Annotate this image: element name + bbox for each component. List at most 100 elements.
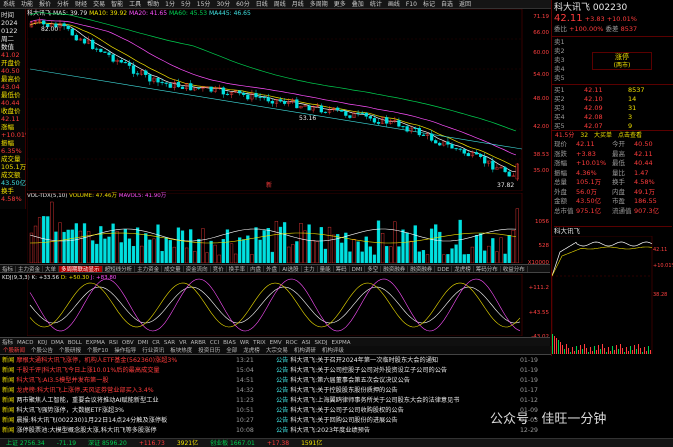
indicator-button[interactable]: ASI: [300, 339, 313, 346]
indicator-tab[interactable]: 龙虎榜: [452, 266, 474, 272]
menu-item[interactable]: 统计: [367, 0, 385, 8]
indicator-button[interactable]: ROC: [284, 339, 300, 346]
indicator-button[interactable]: CR: [150, 339, 162, 346]
news-title[interactable]: 龙虎榜:科大讯飞上涨停,天风证券营业部买入3.4%: [16, 387, 153, 394]
menu-item[interactable]: 叠加: [349, 0, 367, 8]
notice-title[interactable]: 科大讯飞:第六届董事会第五次会议决议公告: [290, 377, 410, 384]
notice-row[interactable]: 公告 科大讯飞:关于公司子公司收购股权的公告: [276, 406, 514, 416]
menu-item[interactable]: 60分: [233, 0, 253, 8]
news-tab[interactable]: 全部: [223, 347, 240, 354]
indicator-button[interactable]: KDJ: [36, 339, 49, 346]
menu-item[interactable]: F10: [403, 0, 420, 8]
indicator-tabs[interactable]: 指标 主力资金 大单 多周期联动显示 超短线分析 主力资金 成交量 资金流向 竞价 换手率 内盘 外盘…: [0, 264, 550, 273]
indicator-button[interactable]: BIAS: [221, 339, 238, 346]
indicator-button[interactable]: MACD: [15, 339, 36, 346]
news-tab[interactable]: 机构评级: [319, 347, 347, 354]
indicator-tab[interactable]: 多周期联动显示: [59, 266, 103, 272]
indicator-button[interactable]: OBV: [120, 339, 136, 346]
indicator-tab[interactable]: 主力: [302, 266, 318, 272]
notice-title[interactable]: 科大讯飞:2023年度业绩预告: [290, 427, 370, 434]
indicator-button[interactable]: WR: [238, 339, 251, 346]
menu-item[interactable]: 30分: [213, 0, 233, 8]
indicator-tab[interactable]: 多空: [365, 266, 382, 272]
news-tab[interactable]: 操作指导: [111, 347, 139, 354]
news-tab[interactable]: 大宗交易: [263, 347, 291, 354]
menu-item[interactable]: 画线: [385, 0, 403, 8]
news-row[interactable]: 新闻 涨停股票池:大模型概念股大涨,科大讯飞等多股涨停: [2, 426, 234, 436]
news-tab[interactable]: 个股F10: [84, 347, 111, 354]
indicator-tab[interactable]: 主力资金: [135, 266, 163, 272]
kdj-chart[interactable]: [27, 274, 550, 336]
notice-row[interactable]: 公告 科大讯飞:关于控股股东股份质押的公告: [276, 386, 514, 396]
indicator-button[interactable]: 指标: [0, 339, 15, 346]
menu-item[interactable]: 功能: [18, 0, 36, 8]
indicator-tab[interactable]: 超短线分析: [103, 266, 136, 272]
notice-row[interactable]: 公告 科大讯飞:关于回购公司股份的进展公告: [276, 416, 514, 426]
menu-item[interactable]: 智能: [108, 0, 126, 8]
notice-title[interactable]: 科大讯飞:关于公司子公司收购股权的公告: [290, 407, 403, 414]
indicator-bar[interactable]: 指标 MACD KDJ DMA BOLL EXPMA RSI OBV DMI CR SAR VR ARB…: [0, 337, 550, 346]
news-tab[interactable]: 个股新闻: [0, 347, 28, 354]
notice-row[interactable]: 公告 科大讯飞:上海翼鸥律师事务所关于公司股东大会的法律意见书: [276, 396, 514, 406]
menu-item[interactable]: 周线: [271, 0, 289, 8]
indicator-button[interactable]: VR: [177, 339, 189, 346]
indicator-tab[interactable]: 量能: [318, 266, 334, 272]
indicator-tab[interactable]: 竞价: [211, 266, 227, 272]
news-row[interactable]: 新闻 科大讯飞:AI3.5模型并发布第一股: [2, 376, 234, 386]
news-title[interactable]: 两市聚焦人工智能，重要会议将推动AI赋能新型工业: [16, 397, 158, 404]
news-title[interactable]: 科大讯飞强势涨停，大数据ETF涨超3%: [16, 407, 124, 414]
news-row[interactable]: 新闻 千股千评|科大讯飞今日上涨10.01%后的最高成交量: [2, 366, 234, 376]
news-row[interactable]: 新闻 两市聚焦人工智能，重要会议将推动AI赋能新型工业: [2, 396, 234, 406]
news-title[interactable]: 科大讯飞:AI3.5模型并发布第一股: [16, 377, 108, 384]
indicator-button[interactable]: TRIX: [251, 339, 268, 346]
news-tab[interactable]: 个股公告: [28, 347, 56, 354]
news-title[interactable]: 摩根大通科大讯飞涨停，机构人ETF基金(562360)涨超3%: [16, 357, 177, 364]
news-title[interactable]: 涨停股票池:大模型概念股大涨,科大讯飞等多股涨停: [16, 427, 156, 434]
indicator-button[interactable]: BOLL: [66, 339, 84, 346]
menu-item[interactable]: 返回: [456, 0, 474, 8]
notice-row[interactable]: 公告 科大讯飞:2023年度业绩预告: [276, 426, 514, 436]
indicator-button[interactable]: EXPMA: [330, 339, 353, 346]
indicator-tab[interactable]: 筹码: [334, 266, 350, 272]
notice-title[interactable]: 科大讯飞:关于公司控股子公司对外投资设立子公司的公告: [290, 367, 447, 374]
news-row[interactable]: 新闻 龙虎榜:科大讯飞上涨停,天风证券营业部买入3.4%: [2, 386, 234, 396]
menu-item[interactable]: 1分: [162, 0, 178, 8]
indicator-button[interactable]: CCI: [208, 339, 221, 346]
notice-row[interactable]: 公告 科大讯飞:关于公司控股子公司对外投资设立子公司的公告: [276, 366, 514, 376]
indicator-tab[interactable]: 内盘: [248, 266, 265, 272]
indicator-tab[interactable]: 大单: [43, 266, 60, 272]
notice-title[interactable]: 科大讯飞:上海翼鸥律师事务所关于公司股东大会的法律意见书: [290, 397, 459, 404]
notice-row[interactable]: 公告 科大讯飞:关于召开2024年第一次临时股东大会的通知: [276, 356, 514, 366]
indicator-tab[interactable]: 融资融券: [408, 266, 436, 272]
menu-item[interactable]: 财经: [72, 0, 90, 8]
news-row[interactable]: 新闻 科大讯飞强势涨停，大数据ETF涨超3%: [2, 406, 234, 416]
volume-chart[interactable]: [27, 193, 550, 263]
menu-item[interactable]: 更多: [331, 0, 349, 8]
menu-item[interactable]: 工具: [126, 0, 144, 8]
news-tab[interactable]: 个股研报: [56, 347, 84, 354]
menu-item[interactable]: 标记: [420, 0, 438, 8]
menu-item[interactable]: 自选: [438, 0, 456, 8]
indicator-button[interactable]: ARBR: [189, 339, 208, 346]
indicator-button[interactable]: RSI: [107, 339, 120, 346]
news-tab[interactable]: 投资日历: [195, 347, 223, 354]
news-tab[interactable]: 龙虎榜: [240, 347, 263, 354]
indicator-button[interactable]: DMI: [136, 339, 151, 346]
news-row[interactable]: 新闻 摩根大通科大讯飞涨停，机构人ETF基金(562360)涨超3%: [2, 356, 234, 366]
indicator-tab[interactable]: 外盘: [264, 266, 281, 272]
indicator-tab[interactable]: 成交量: [162, 266, 184, 272]
news-title[interactable]: 千股千评|科大讯飞今日上涨10.01%后的最高成交量: [16, 367, 159, 374]
indicator-tab[interactable]: 指标: [0, 266, 17, 272]
news-tab[interactable]: 板块热度: [167, 347, 195, 354]
menu-item[interactable]: 交易: [90, 0, 108, 8]
indicator-tab[interactable]: DMI: [350, 266, 366, 272]
notice-title[interactable]: 科大讯飞:关于控股股东股份质押的公告: [290, 387, 397, 394]
indicator-tab[interactable]: 筹码分布: [474, 266, 501, 272]
news-tab[interactable]: 行业资讯: [139, 347, 167, 354]
notice-title[interactable]: 科大讯飞:关于召开2024年第一次临时股东大会的通知: [290, 357, 438, 364]
menu-item[interactable]: 15分: [194, 0, 214, 8]
indicator-tab[interactable]: AI选股: [280, 266, 302, 272]
menu-item[interactable]: 分析: [54, 0, 72, 8]
indicator-button[interactable]: SKDJ: [313, 339, 330, 346]
menu-item[interactable]: 月线: [289, 0, 307, 8]
